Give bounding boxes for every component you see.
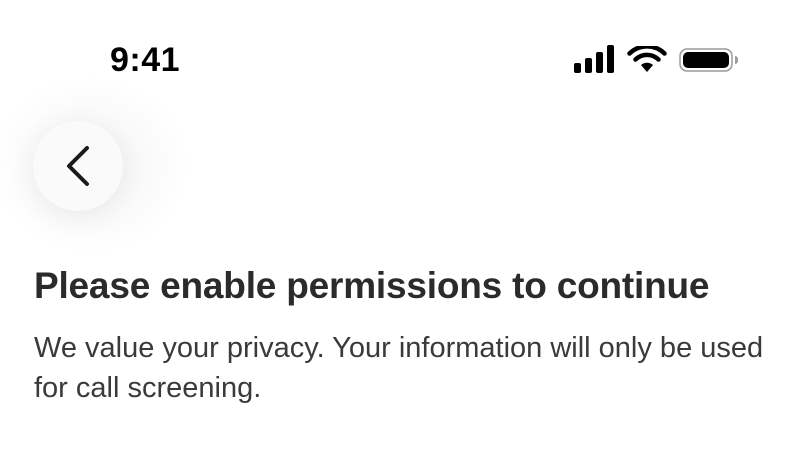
permissions-screen: 9:41 Please enable permissions to contin… — [0, 0, 800, 450]
back-button[interactable] — [33, 121, 123, 211]
page-subtitle: We value your privacy. Your information … — [34, 332, 764, 404]
page-title: Please enable permissions to continue — [34, 265, 710, 306]
battery-icon — [679, 48, 738, 72]
status-time: 9:41 — [110, 41, 181, 79]
status-icons — [574, 44, 744, 76]
chevron-left-icon — [67, 146, 89, 186]
cellular-signal-icon — [574, 45, 614, 73]
wifi-icon — [627, 46, 667, 72]
